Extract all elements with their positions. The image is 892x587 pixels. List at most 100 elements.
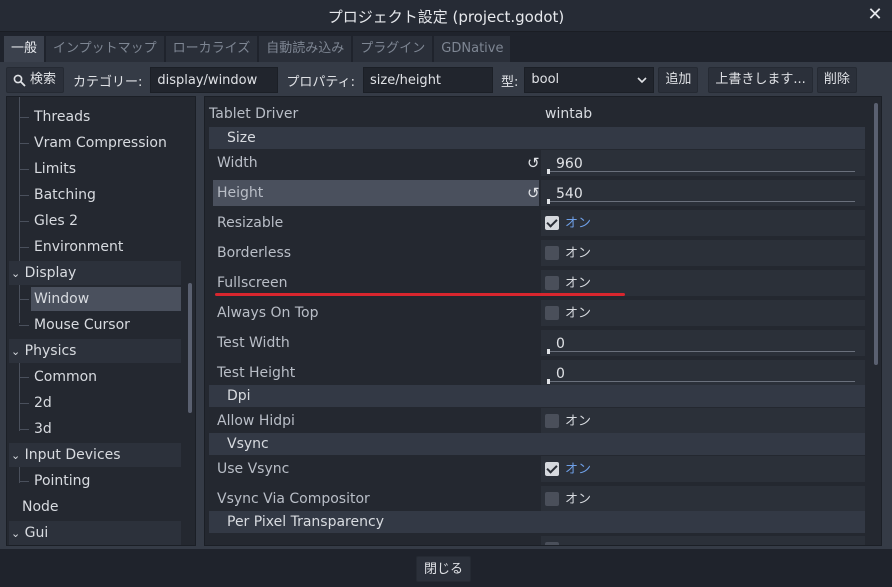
type-select[interactable]: bool (524, 67, 655, 93)
tree-category-physics[interactable]: ⌄ Physics (9, 339, 181, 363)
width-field[interactable]: 960 (541, 150, 865, 176)
checkbox-unchecked-icon (545, 246, 559, 260)
inspector-scrollbar[interactable] (874, 103, 878, 365)
prop-value-text: 540 (556, 186, 583, 202)
window-title: プロジェクト設定 (project.godot) (327, 8, 565, 26)
revert-icon[interactable]: ↺ (527, 149, 540, 177)
checkbox-checked-icon (545, 462, 559, 476)
prop-width: Width ↺ 960 (209, 149, 865, 177)
prop-allow-hidpi: Allow Hidpi オン (209, 407, 865, 435)
checkbox-text: オン (565, 462, 592, 477)
tree-category-label: Gui (24, 525, 49, 541)
tree-item-pointing[interactable]: Pointing (34, 469, 90, 493)
category-input[interactable]: display/window (150, 67, 279, 93)
prop-name: Allow Hidpi (217, 413, 295, 429)
tree-category-node[interactable]: Node (22, 495, 59, 519)
checkbox-unchecked-icon (545, 276, 559, 290)
prop-tablet-driver: Tablet Driver wintab (209, 100, 865, 128)
prop-name: Resizable (217, 215, 284, 231)
tree-category-gui[interactable]: ⌄ Gui (9, 521, 181, 545)
close-button[interactable]: 閉じる (416, 556, 472, 582)
settings-panel: 検索 カテゴリー: display/window プロパティ: size/hei… (0, 62, 892, 549)
delete-button[interactable]: 削除 (816, 67, 857, 93)
prop-use-vsync: Use Vsync オン (209, 455, 865, 483)
tablet-driver-value[interactable]: wintab (541, 101, 865, 127)
tree-item-2d[interactable]: 2d (34, 391, 52, 415)
vsync-compositor-checkbox[interactable]: オン (541, 486, 865, 512)
tree-item-vram-compression[interactable]: Vram Compression (34, 131, 167, 155)
checkbox-text: オン (565, 216, 592, 231)
tree-scrollbar[interactable] (188, 283, 192, 413)
revert-icon[interactable]: ↺ (527, 179, 540, 207)
property-input[interactable]: size/height (363, 67, 493, 93)
checkbox-unchecked-icon (545, 542, 559, 545)
prop-name: Vsync Via Compositor (217, 491, 370, 507)
prop-name: Tablet Driver (209, 106, 299, 122)
override-button[interactable]: 上書きします... (708, 67, 813, 93)
prop-name: Test Width (217, 335, 290, 351)
tree-category-display[interactable]: ⌄ Display (9, 261, 181, 285)
resizable-checkbox[interactable]: オン (541, 210, 865, 236)
prop-borderless: Borderless オン (209, 239, 865, 267)
tree-item-common[interactable]: Common (34, 365, 97, 389)
borderless-checkbox[interactable]: オン (541, 240, 865, 266)
tree-item-limits[interactable]: Limits (34, 157, 76, 181)
tree-category-label: Display (24, 265, 77, 281)
chevron-down-icon: ⌄ (11, 267, 21, 280)
toolbar: 検索 カテゴリー: display/window プロパティ: size/hei… (6, 66, 857, 94)
tree-category-label: Physics (24, 343, 77, 359)
test-height-field[interactable]: 0 (541, 360, 865, 386)
search-label: 検索 (30, 72, 57, 87)
chevron-down-icon (637, 76, 647, 83)
prop-name: Borderless (217, 245, 292, 261)
checkbox-text: オン (565, 492, 592, 507)
checkbox-text: オン (565, 414, 592, 429)
always-on-top-checkbox[interactable]: オン (541, 300, 865, 326)
section-size: Size (209, 127, 865, 149)
section-label: Dpi (227, 388, 251, 404)
tab-localization[interactable]: ローカライズ (165, 36, 258, 62)
close-icon[interactable]: ✕ (866, 4, 884, 26)
tree-item-threads[interactable]: Threads (34, 105, 90, 129)
title-bar: プロジェクト設定 (project.godot) ✕ (0, 0, 892, 32)
section-label: Vsync (227, 436, 269, 452)
allow-hidpi-checkbox[interactable]: オン (541, 408, 865, 434)
tab-autoload[interactable]: 自動読み込み (259, 36, 352, 62)
property-label: プロパティ: (286, 74, 355, 90)
tab-gdnative[interactable]: GDNative (434, 36, 511, 62)
tab-general[interactable]: 一般 (4, 36, 45, 62)
test-width-field[interactable]: 0 (541, 330, 865, 356)
height-field[interactable]: 540 (541, 180, 865, 206)
section-vsync: Vsync (209, 433, 865, 455)
tree-category-label: Input Devices (24, 447, 121, 463)
section-per-pixel-transparency: Per Pixel Transparency (209, 511, 865, 533)
property-inspector: Tablet Driver wintab Size Width ↺ 960 He… (204, 96, 882, 546)
prop-height: Height ↺ 540 (209, 179, 865, 207)
prop-test-height: Test Height 0 (209, 359, 865, 387)
checkbox-text: オン (565, 246, 592, 261)
chevron-down-icon: ⌄ (11, 527, 21, 540)
tab-input-map[interactable]: インプットマップ (46, 36, 164, 62)
tree-item-gles2[interactable]: Gles 2 (34, 209, 78, 233)
settings-tree: Threads Vram Compression Limits Batching… (6, 96, 196, 546)
tab-plugins[interactable]: プラグイン (353, 36, 433, 62)
category-label: カテゴリー: (73, 74, 143, 90)
prop-test-width: Test Width 0 (209, 329, 865, 357)
tree-category-input-devices[interactable]: ⌄ Input Devices (9, 443, 181, 467)
tree-item-3d[interactable]: 3d (34, 417, 52, 441)
tree-item-environment[interactable]: Environment (34, 235, 123, 259)
partial-row-value[interactable] (541, 536, 865, 545)
checkbox-unchecked-icon (545, 492, 559, 506)
use-vsync-checkbox[interactable]: オン (541, 456, 865, 482)
chevron-down-icon: ⌄ (11, 345, 21, 358)
prop-name: Test Height (217, 365, 296, 381)
search-button[interactable]: 検索 (6, 67, 64, 93)
tree-item-window[interactable]: Window (31, 287, 181, 311)
prop-vsync-via-compositor: Vsync Via Compositor オン (209, 485, 865, 513)
tree-item-mouse-cursor[interactable]: Mouse Cursor (34, 313, 130, 337)
checkbox-text: オン (565, 306, 592, 321)
add-button[interactable]: 追加 (658, 67, 699, 93)
tree-item-batching[interactable]: Batching (34, 183, 96, 207)
prop-always-on-top: Always On Top オン (209, 299, 865, 327)
type-select-value: bool (531, 72, 560, 87)
